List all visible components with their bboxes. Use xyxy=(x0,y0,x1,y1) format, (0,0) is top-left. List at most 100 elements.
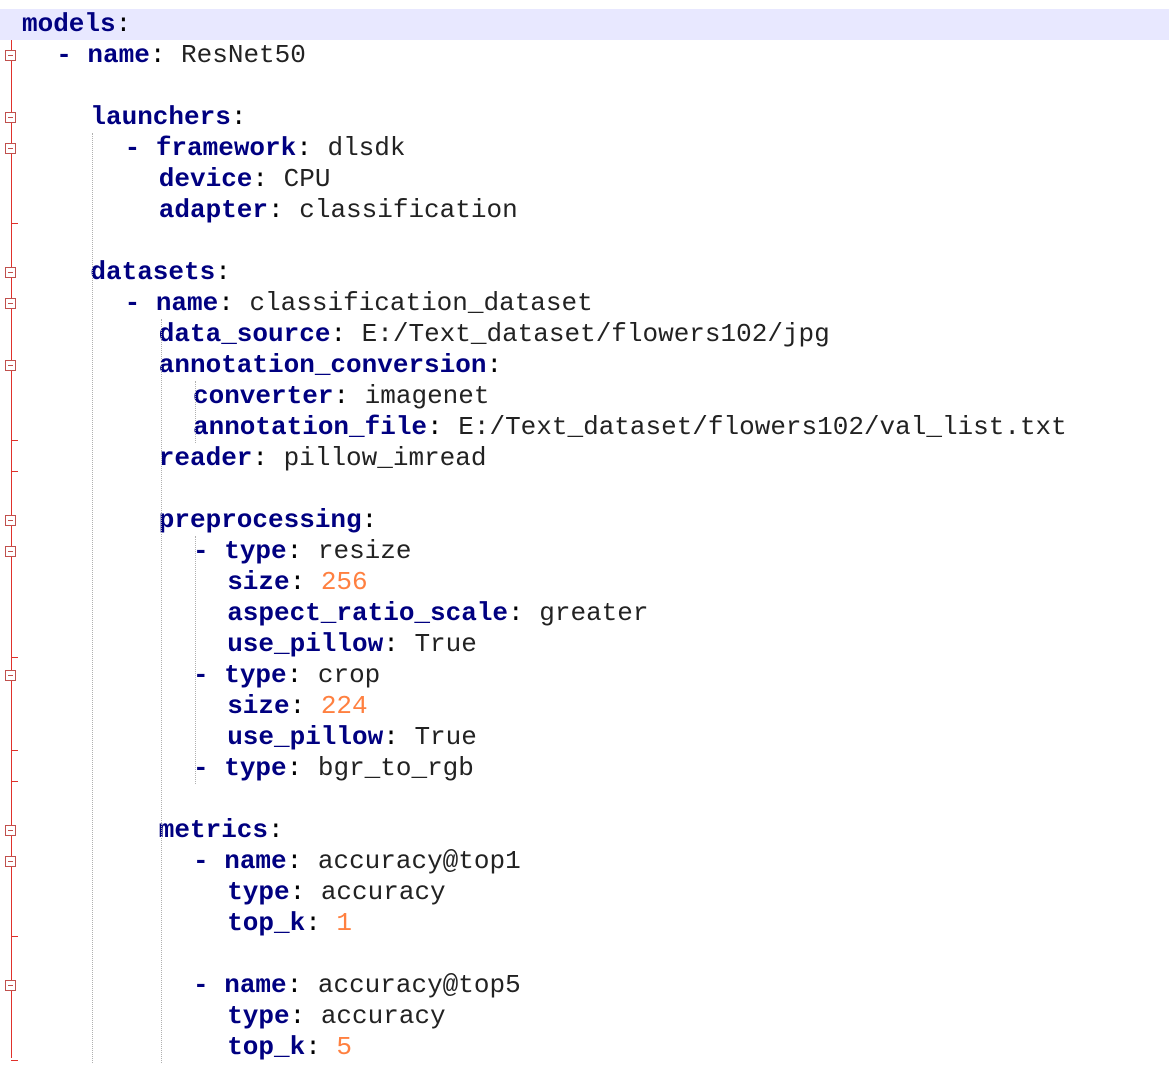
colon: : xyxy=(305,1032,321,1062)
line-content: converter: imagenet xyxy=(193,381,489,412)
line-content: models: xyxy=(22,9,131,40)
yaml-value: classification_dataset xyxy=(249,288,593,318)
code-line[interactable]: converter: imagenet xyxy=(0,381,1169,412)
colon: : xyxy=(215,257,231,287)
code-line[interactable]: - name: classification_dataset xyxy=(0,288,1169,319)
code-line[interactable]: top_k: 5 xyxy=(0,1032,1169,1063)
code-line[interactable]: launchers: xyxy=(0,102,1169,133)
code-line[interactable]: - name: accuracy@top1 xyxy=(0,846,1169,877)
yaml-key: metrics xyxy=(158,815,269,845)
colon: : xyxy=(289,691,306,721)
indent-guide xyxy=(92,133,94,1063)
line-content: use_pillow: True xyxy=(227,629,477,660)
yaml-value: crop xyxy=(317,660,381,690)
code-line[interactable]: top_k: 1 xyxy=(0,908,1169,939)
line-content: - type: bgr_to_rgb xyxy=(193,753,474,784)
yaml-key: name xyxy=(155,288,219,318)
yaml-key: size xyxy=(227,691,290,721)
code-line[interactable]: type: accuracy xyxy=(0,877,1169,908)
yaml-key: name xyxy=(224,970,287,1000)
line-content: - name: accuracy@top5 xyxy=(193,970,521,1001)
line-content: - framework: dlsdk xyxy=(125,133,406,164)
code-line[interactable]: size: 256 xyxy=(0,567,1169,598)
colon: : xyxy=(289,567,306,597)
yaml-key: converter xyxy=(193,381,334,411)
code-line[interactable] xyxy=(0,784,1169,815)
line-content: metrics: xyxy=(159,815,284,846)
line-content: - type: crop xyxy=(193,660,380,691)
line-content: type: accuracy xyxy=(227,877,445,908)
yaml-key: name xyxy=(87,40,150,70)
indent-guide xyxy=(195,381,196,443)
yaml-value: accuracy xyxy=(320,1001,446,1031)
code-line[interactable]: use_pillow: True xyxy=(0,629,1169,660)
colon: : xyxy=(252,164,269,194)
yaml-key: aspect_ratio_scale xyxy=(227,598,509,628)
yaml-key: type xyxy=(224,536,287,566)
code-line[interactable]: - name: accuracy@top5 xyxy=(0,970,1169,1001)
line-content: size: 224 xyxy=(227,691,367,722)
code-line[interactable]: - framework: dlsdk xyxy=(0,133,1169,164)
yaml-value: greater xyxy=(539,598,649,628)
code-line[interactable]: type: accuracy xyxy=(0,1001,1169,1032)
yaml-value: accuracy@top5 xyxy=(317,970,521,1000)
code-line[interactable]: metrics: xyxy=(0,815,1169,846)
colon: : xyxy=(427,412,443,442)
yaml-value: CPU xyxy=(283,164,331,194)
yaml-key: type xyxy=(227,877,290,907)
colon: : xyxy=(305,908,321,938)
code-line[interactable]: annotation_file: E:/Text_dataset/flowers… xyxy=(0,412,1169,443)
yaml-key: top_k xyxy=(227,908,306,938)
colon: : xyxy=(218,288,234,318)
colon: : xyxy=(333,381,350,411)
line-content: launchers: xyxy=(90,102,246,133)
code-line[interactable]: - type: bgr_to_rgb xyxy=(0,753,1169,784)
code-line[interactable] xyxy=(0,474,1169,505)
list-dash: - xyxy=(193,753,225,783)
colon: : xyxy=(383,629,399,659)
yaml-value: accuracy xyxy=(320,877,446,907)
yaml-key: type xyxy=(224,753,287,783)
code-line[interactable] xyxy=(0,226,1169,257)
colon: : xyxy=(508,598,524,628)
colon: : xyxy=(230,102,247,132)
code-line[interactable]: - type: crop xyxy=(0,660,1169,691)
line-content: device: CPU xyxy=(159,164,331,195)
colon: : xyxy=(286,846,303,876)
yaml-value: ResNet50 xyxy=(181,40,306,70)
yaml-key: use_pillow xyxy=(227,629,384,659)
code-line[interactable]: models: xyxy=(0,9,1169,40)
code-line[interactable]: datasets: xyxy=(0,257,1169,288)
code-line[interactable]: - name: ResNet50 xyxy=(0,40,1169,71)
code-line[interactable] xyxy=(0,71,1169,102)
yaml-editor[interactable]: models: - name: ResNet50 launchers: - frame… xyxy=(0,0,1169,1092)
colon: : xyxy=(383,722,399,752)
line-content: annotation_conversion: xyxy=(159,350,502,381)
yaml-value: 5 xyxy=(336,1032,353,1062)
code-line[interactable]: - type: resize xyxy=(0,536,1169,567)
code-line[interactable]: reader: pillow_imread xyxy=(0,443,1169,474)
code-line[interactable]: annotation_conversion: xyxy=(0,350,1169,381)
line-content: top_k: 1 xyxy=(227,908,352,939)
code-line[interactable]: data_source: E:/Text_dataset/flowers102/… xyxy=(0,319,1169,350)
list-dash: - xyxy=(193,536,225,566)
yaml-value: imagenet xyxy=(364,381,490,411)
colon: : xyxy=(330,319,347,349)
colon: : xyxy=(286,660,303,690)
code-line[interactable]: size: 224 xyxy=(0,691,1169,722)
yaml-key: framework xyxy=(155,133,297,163)
colon: : xyxy=(286,970,303,1000)
code-line[interactable]: aspect_ratio_scale: greater xyxy=(0,598,1169,629)
yaml-key: type xyxy=(224,660,287,690)
colon: : xyxy=(296,133,312,163)
code-line[interactable]: adapter: classification xyxy=(0,195,1169,226)
yaml-key: models xyxy=(22,9,116,39)
yaml-value: True xyxy=(414,629,477,659)
code-line[interactable] xyxy=(0,939,1169,970)
code-line[interactable]: preprocessing: xyxy=(0,505,1169,536)
yaml-key: annotation_file xyxy=(193,412,428,442)
line-content: - name: classification_dataset xyxy=(125,288,593,319)
code-line[interactable]: use_pillow: True xyxy=(0,722,1169,753)
code-line[interactable]: device: CPU xyxy=(0,164,1169,195)
yaml-key: type xyxy=(227,1001,290,1031)
